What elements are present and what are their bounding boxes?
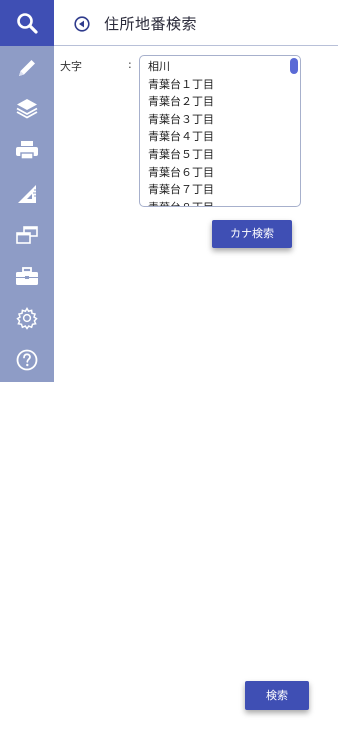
list-item[interactable]: 青葉台１丁目 — [148, 76, 284, 94]
search-button[interactable]: 検索 — [245, 681, 309, 710]
panel-header: 住所地番検索 — [54, 0, 338, 46]
sidebar-item-print[interactable] — [0, 130, 54, 170]
gear-icon — [16, 307, 38, 330]
kana-search-button[interactable]: カナ検索 — [212, 220, 292, 248]
layers-icon — [16, 99, 38, 119]
sidebar-item-search[interactable] — [0, 0, 54, 46]
search-icon — [17, 13, 38, 34]
oaza-label: 大字 — [60, 60, 82, 73]
page-title: 住所地番検索 — [104, 15, 198, 33]
sidebar-item-windows[interactable] — [0, 215, 54, 255]
sidebar-item-draw[interactable] — [0, 48, 54, 88]
list-item[interactable]: 青葉台７丁目 — [148, 181, 284, 199]
sidebar-item-layers[interactable] — [0, 88, 54, 128]
list-item[interactable]: 青葉台５丁目 — [148, 146, 284, 164]
back-arrow-icon[interactable] — [74, 16, 90, 32]
sidebar-item-help[interactable] — [0, 340, 54, 380]
list-item[interactable]: 青葉台３丁目 — [148, 111, 284, 129]
windows-icon — [16, 226, 38, 244]
list-item[interactable]: 青葉台８丁目 — [148, 199, 284, 206]
sidebar-item-measure[interactable] — [0, 174, 54, 214]
sidebar-item-settings[interactable] — [0, 298, 54, 338]
list-item[interactable]: 相川 — [148, 58, 284, 76]
scrollbar-thumb[interactable] — [290, 58, 298, 74]
listbox-scrollbar[interactable] — [290, 58, 298, 204]
label-separator: : — [128, 58, 132, 71]
ruler-icon — [18, 185, 36, 203]
listbox-options: 相川 青葉台１丁目 青葉台２丁目 青葉台３丁目 青葉台４丁目 青葉台５丁目 青葉… — [148, 58, 284, 206]
list-item[interactable]: 青葉台２丁目 — [148, 93, 284, 111]
tool-sidebar — [0, 0, 54, 382]
help-icon — [16, 349, 38, 371]
oaza-listbox[interactable]: 相川 青葉台１丁目 青葉台２丁目 青葉台３丁目 青葉台４丁目 青葉台５丁目 青葉… — [139, 55, 301, 207]
list-item[interactable]: 青葉台６丁目 — [148, 164, 284, 182]
printer-icon — [16, 141, 38, 160]
pencil-icon — [19, 60, 35, 76]
toolbox-icon — [16, 267, 38, 285]
list-item[interactable]: 青葉台４丁目 — [148, 128, 284, 146]
sidebar-item-tools[interactable] — [0, 256, 54, 296]
